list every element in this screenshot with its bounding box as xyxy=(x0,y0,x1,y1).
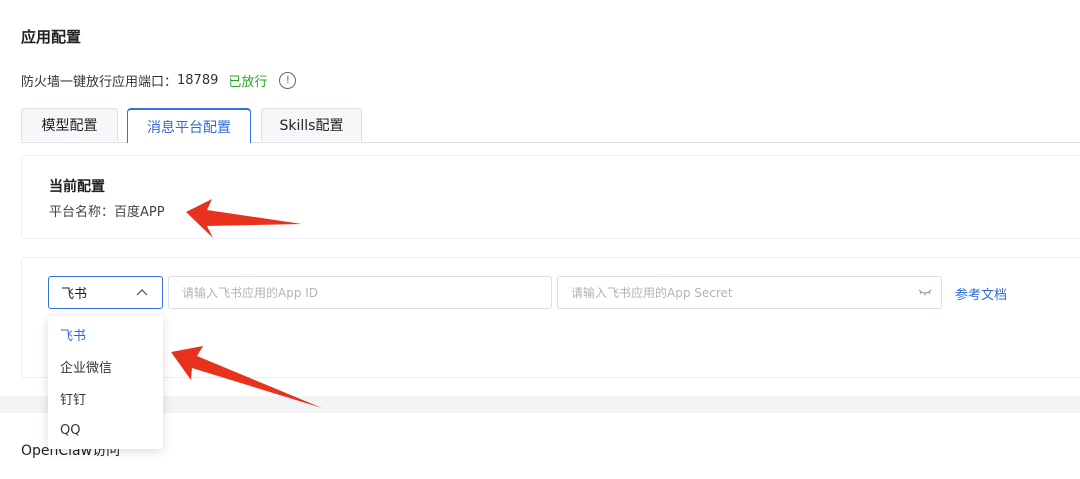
app-secret-input[interactable]: 请输入飞书应用的App Secret xyxy=(557,276,942,309)
current-config-card: 当前配置 平台名称：百度APP xyxy=(21,155,1080,239)
reference-doc-link[interactable]: 参考文档 xyxy=(955,284,1007,303)
firewall-status-badge: 已放行 xyxy=(228,74,268,90)
firewall-port: 18789 xyxy=(177,72,219,88)
section-title: 应用配置 xyxy=(21,28,82,46)
app-secret-placeholder: 请输入飞书应用的App Secret xyxy=(571,286,733,300)
dropdown-option-qq[interactable]: QQ xyxy=(60,420,80,440)
platform-select-value: 飞书 xyxy=(61,287,88,302)
app-id-input[interactable]: 请输入飞书应用的App ID xyxy=(168,276,552,309)
dropdown-option-dingtalk[interactable]: 钉钉 xyxy=(60,388,86,408)
platform-name-label: 平台名称： xyxy=(49,205,115,220)
tab-message-platform-config[interactable]: 消息平台配置 xyxy=(127,108,251,143)
current-config-title: 当前配置 xyxy=(49,179,105,195)
dropdown-option-wecom[interactable]: 企业微信 xyxy=(60,356,112,376)
platform-name-value: 百度APP xyxy=(114,205,165,220)
dropdown-option-feishu[interactable]: 飞书 xyxy=(60,324,86,344)
firewall-row: 防火墙一键放行应用端口： 18789 已放行 ! xyxy=(21,69,297,91)
platform-dropdown-menu: 飞书 企业微信 钉钉 QQ xyxy=(48,316,163,449)
tab-skills-config[interactable]: Skills配置 xyxy=(261,108,362,141)
info-circle-icon[interactable]: ! xyxy=(279,71,297,89)
config-tabs: 模型配置 消息平台配置 Skills配置 xyxy=(21,108,1080,143)
platform-name-row: 平台名称：百度APP xyxy=(49,201,165,220)
tab-model-config[interactable]: 模型配置 xyxy=(21,108,118,141)
firewall-label: 防火墙一键放行应用端口： xyxy=(21,74,178,90)
chevron-up-icon xyxy=(136,289,148,296)
platform-select[interactable]: 飞书 xyxy=(48,276,163,309)
eye-closed-icon[interactable] xyxy=(918,287,932,297)
app-id-placeholder: 请输入飞书应用的App ID xyxy=(182,286,319,300)
